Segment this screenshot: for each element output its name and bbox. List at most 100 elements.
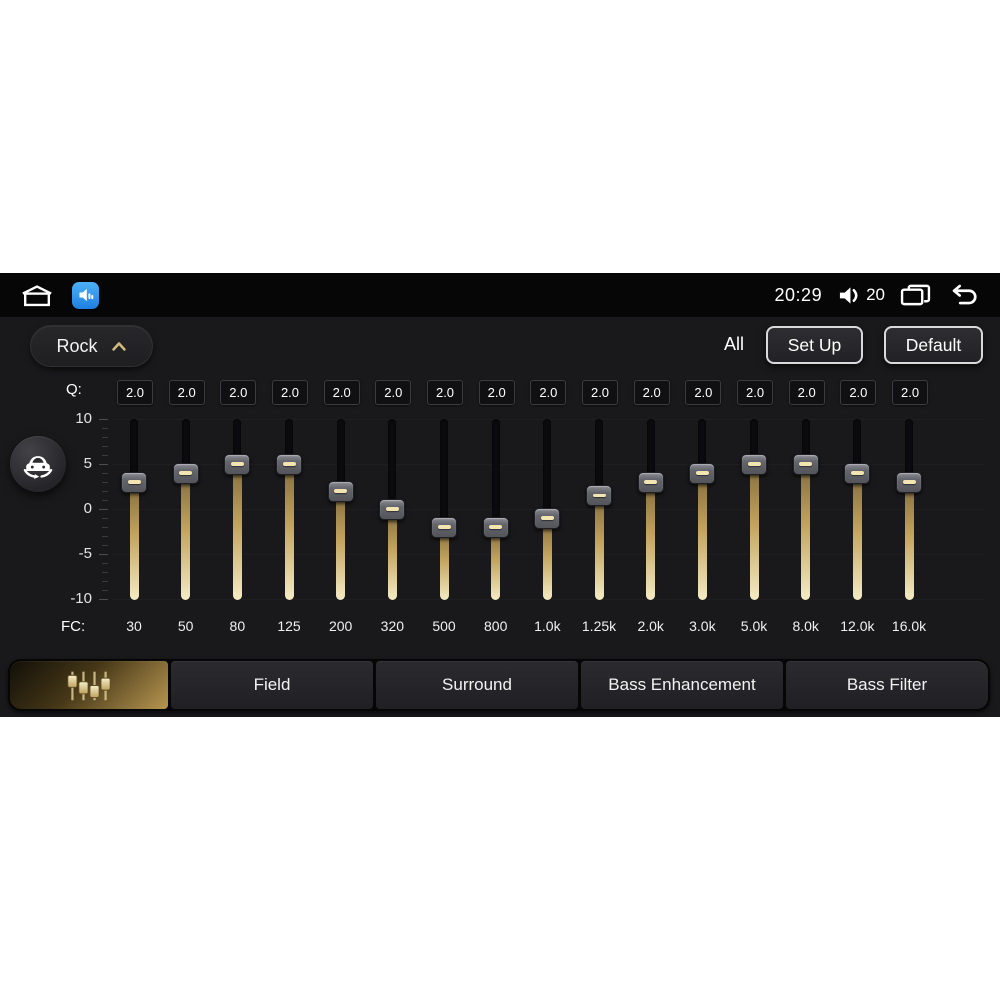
- scale-tick: [102, 473, 108, 474]
- q-value-1.25k[interactable]: 2.0: [582, 380, 619, 405]
- all-button[interactable]: All: [716, 334, 752, 355]
- scale-tick: [102, 482, 108, 483]
- gain-scale-label: -5: [78, 545, 92, 562]
- slider-fill: [801, 464, 811, 600]
- bottom-tab-bar: Field Surround Bass Enhancement Bass Filter: [8, 659, 990, 711]
- q-value-16.0k[interactable]: 2.0: [892, 380, 929, 405]
- setup-button[interactable]: Set Up: [766, 326, 863, 364]
- q-value-125[interactable]: 2.0: [272, 380, 308, 405]
- gain-scale-label: 0: [83, 500, 92, 517]
- slider-handle-2.0k[interactable]: [637, 471, 664, 493]
- scale-tick: [102, 428, 108, 429]
- preset-dropdown[interactable]: Rock: [30, 325, 153, 367]
- home-icon[interactable]: [20, 283, 54, 308]
- slider-fill: [491, 527, 501, 600]
- scale-tick: [102, 536, 108, 537]
- tab-field[interactable]: Field: [171, 661, 373, 709]
- tab-label: Surround: [442, 675, 512, 694]
- slider-handle-80[interactable]: [224, 453, 251, 475]
- volume-icon[interactable]: [837, 284, 862, 307]
- slider-handle-320[interactable]: [379, 498, 406, 520]
- slider-fill: [594, 495, 604, 600]
- preset-label: Rock: [56, 335, 98, 356]
- slider-handle-12.0k[interactable]: [844, 462, 871, 484]
- tab-bass-filter[interactable]: Bass Filter: [786, 661, 988, 709]
- slider-handle-1.0k[interactable]: [534, 507, 561, 529]
- q-value-50[interactable]: 2.0: [168, 380, 205, 405]
- slider-fill: [646, 482, 656, 600]
- car-audio-position-button[interactable]: [10, 436, 66, 492]
- slider-handle-125[interactable]: [276, 453, 302, 475]
- slider-fill: [387, 509, 397, 600]
- slider-handle-3.0k[interactable]: [689, 462, 716, 484]
- q-value-12.0k[interactable]: 2.0: [840, 380, 877, 405]
- chevron-up-icon: [111, 341, 127, 352]
- scale-tick: [102, 563, 108, 564]
- scale-tick: [102, 545, 108, 546]
- q-value-5.0k[interactable]: 2.0: [737, 380, 774, 405]
- gain-scale-label: -10: [70, 590, 92, 607]
- scale-tick: [102, 437, 108, 438]
- q-value-200[interactable]: 2.0: [323, 380, 360, 405]
- scale-tick: [102, 455, 108, 456]
- scale-tick: [102, 500, 108, 501]
- clock: 20:29: [774, 284, 823, 305]
- q-value-3.0k[interactable]: 2.0: [685, 380, 722, 405]
- status-bar-right: 20:29 20: [775, 283, 980, 307]
- slider-handle-800[interactable]: [482, 516, 509, 538]
- frequency-label: 16.0k: [891, 618, 927, 634]
- status-bar: 20:29 20: [0, 273, 1000, 317]
- music-app-icon[interactable]: [72, 281, 99, 309]
- slider-handle-200[interactable]: [327, 480, 354, 502]
- slider-handle-5.0k[interactable]: [741, 453, 768, 475]
- q-value-320[interactable]: 2.0: [375, 380, 412, 405]
- scale-tick: [99, 509, 108, 510]
- q-value-8.0k[interactable]: 2.0: [788, 380, 825, 405]
- scale-tick: [102, 590, 108, 591]
- scale-tick: [99, 554, 108, 555]
- back-icon[interactable]: [946, 283, 980, 307]
- scale-tick: [102, 581, 108, 582]
- slider-fill: [129, 482, 139, 600]
- tab-equalizer[interactable]: [10, 661, 168, 709]
- tab-surround[interactable]: Surround: [376, 661, 578, 709]
- q-value-80[interactable]: 2.0: [220, 380, 257, 405]
- q-value-2.0k[interactable]: 2.0: [633, 380, 670, 405]
- scale-tick: [99, 464, 108, 465]
- scale-tick: [102, 572, 108, 573]
- volume-level: 20: [866, 285, 885, 304]
- slider-fill: [284, 464, 294, 600]
- slider-fill: [542, 518, 552, 600]
- scale-tick: [102, 491, 108, 492]
- slider-handle-16.0k[interactable]: [896, 471, 923, 493]
- gain-scale-label: 10: [75, 410, 92, 427]
- q-value-800[interactable]: 2.0: [478, 380, 515, 405]
- slider-fill: [749, 464, 759, 600]
- recent-apps-icon[interactable]: [900, 283, 931, 307]
- scale-tick: [99, 419, 108, 420]
- slider-handle-8.0k[interactable]: [792, 453, 819, 475]
- equalizer-icon: [65, 668, 113, 703]
- scale-tick: [99, 599, 108, 600]
- slider-fill: [336, 491, 346, 600]
- slider-handle-500[interactable]: [431, 516, 458, 538]
- head-unit-equalizer-screen: 20:29 20 Rock All Set Up Default Q: FC: …: [0, 273, 1000, 717]
- q-row-label: Q:: [66, 381, 82, 398]
- default-button[interactable]: Default: [884, 326, 983, 364]
- tab-label: Field: [253, 675, 291, 694]
- q-value-500[interactable]: 2.0: [427, 380, 464, 405]
- scale-tick: [102, 446, 108, 447]
- slider-handle-50[interactable]: [172, 462, 199, 484]
- slider-fill: [697, 473, 707, 600]
- slider-handle-30[interactable]: [121, 471, 147, 493]
- slider-fill: [232, 464, 242, 600]
- slider-fill: [852, 473, 862, 600]
- slider-fill: [904, 482, 914, 600]
- slider-handle-1.25k[interactable]: [586, 485, 613, 506]
- q-value-30[interactable]: 2.0: [117, 380, 153, 405]
- q-value-1.0k[interactable]: 2.0: [530, 380, 567, 405]
- slider-fill: [181, 473, 191, 600]
- slider-fill: [439, 527, 449, 600]
- tab-bass-enhancement[interactable]: Bass Enhancement: [581, 661, 783, 709]
- screenshot-page: 20:29 20 Rock All Set Up Default Q: FC: …: [0, 0, 1000, 1000]
